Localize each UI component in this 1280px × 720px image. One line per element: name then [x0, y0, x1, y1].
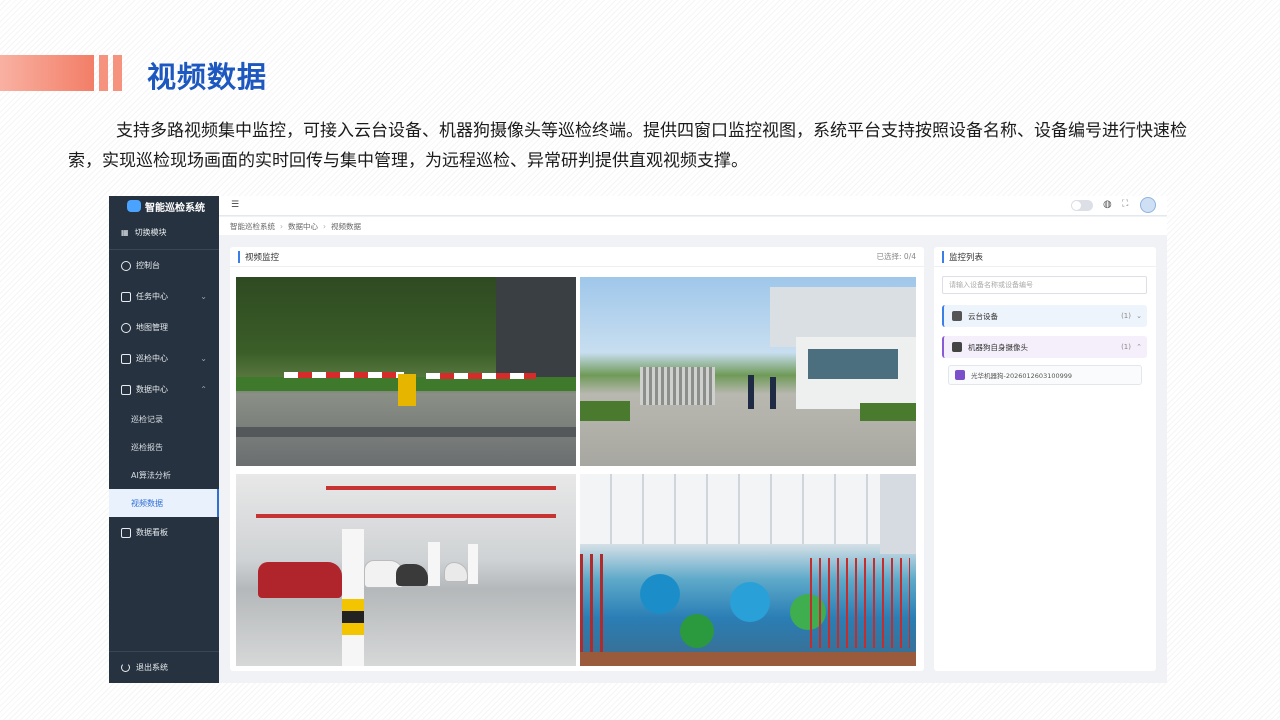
- list-panel-title: 监控列表: [942, 250, 983, 263]
- sidebar-item-tasks[interactable]: 任务中心 ⌄: [109, 281, 219, 312]
- sidebar-subitem-video-data[interactable]: 视频数据: [109, 489, 219, 517]
- device-item[interactable]: 光华机器狗-2026012603100999: [948, 365, 1142, 385]
- theme-toggle[interactable]: [1071, 200, 1093, 211]
- globe-icon[interactable]: ◍: [1103, 199, 1112, 210]
- group-robot-dog-cameras[interactable]: 机器狗自身摄像头 (1) ⌃: [942, 336, 1147, 358]
- sidebar-item-inspection[interactable]: 巡检中心 ⌄: [109, 343, 219, 374]
- sidebar: 智能巡检系统 ▦ 切换模块 控制台 任务中心 ⌄ 地图管理 巡检中心 ⌄ 数据中…: [109, 196, 219, 683]
- monitor-list-panel: 监控列表 请输入设备名称或设备编号 云台设备 (1) ⌄ 机器狗自身摄像头 (1…: [934, 247, 1156, 671]
- app-logo: 智能巡检系统: [109, 196, 219, 216]
- robot-dog-icon: [952, 342, 962, 352]
- video-window-4[interactable]: [580, 474, 916, 666]
- selected-count: 已选择: 0/4: [876, 252, 916, 261]
- avatar[interactable]: [1140, 197, 1156, 213]
- monitor-icon: [121, 527, 131, 538]
- menu-icon[interactable]: ☰: [231, 200, 239, 210]
- camera-icon: [952, 311, 962, 321]
- calendar-icon: [121, 291, 131, 302]
- chevron-down-icon: ⌄: [200, 354, 207, 363]
- breadcrumb-item[interactable]: 数据中心: [288, 221, 318, 232]
- chevron-up-icon: ⌃: [1136, 343, 1142, 351]
- robot-icon: [127, 200, 141, 212]
- video-panel-header: 视频监控 已选择: 0/4: [230, 247, 924, 267]
- data-icon: [121, 384, 131, 395]
- sidebar-item-map[interactable]: 地图管理: [109, 312, 219, 343]
- chevron-down-icon: ⌄: [200, 292, 207, 301]
- sidebar-subitem-ai-analysis[interactable]: AI算法分析: [109, 461, 219, 489]
- video-grid: [236, 277, 916, 666]
- sidebar-item-data-center[interactable]: 数据中心 ⌃: [109, 374, 219, 405]
- chevron-up-icon: ⌃: [200, 385, 207, 394]
- breadcrumb-item[interactable]: 智能巡检系统: [230, 221, 275, 232]
- chevron-right-icon: ›: [323, 221, 326, 231]
- top-bar: ☰ ◍ ⛶: [219, 196, 1167, 216]
- video-monitor-panel: 视频监控 已选择: 0/4: [230, 247, 924, 671]
- sidebar-subitem-reports[interactable]: 巡检报告: [109, 433, 219, 461]
- intro-paragraph: 支持多路视频集中监控，可接入云台设备、机器狗摄像头等巡检终端。提供四窗口监控视图…: [68, 121, 1187, 171]
- breadcrumb-item: 视频数据: [331, 221, 361, 231]
- clipboard-icon: [121, 353, 131, 364]
- title-decoration: [0, 55, 124, 91]
- dashboard-icon: [121, 260, 131, 271]
- list-panel-header: 监控列表: [934, 247, 1156, 267]
- device-search-input[interactable]: 请输入设备名称或设备编号: [942, 276, 1147, 294]
- video-window-1[interactable]: [236, 277, 576, 466]
- group-ptz-devices[interactable]: 云台设备 (1) ⌄: [942, 305, 1147, 327]
- grid-icon: ▦: [121, 228, 129, 237]
- switch-module-button[interactable]: ▦ 切换模块: [109, 216, 219, 250]
- sidebar-subitem-records[interactable]: 巡检记录: [109, 405, 219, 433]
- video-window-2[interactable]: [580, 277, 916, 466]
- app-window: 智能巡检系统 ▦ 切换模块 控制台 任务中心 ⌄ 地图管理 巡检中心 ⌄ 数据中…: [109, 196, 1167, 683]
- chevron-down-icon: ⌄: [1136, 312, 1142, 320]
- power-icon: [121, 663, 130, 672]
- sidebar-item-dashboard[interactable]: 控制台: [109, 250, 219, 281]
- page-title: 视频数据: [147, 60, 268, 94]
- fullscreen-icon[interactable]: ⛶: [1122, 199, 1128, 209]
- group-count: (1): [1121, 312, 1131, 320]
- map-icon: [121, 322, 131, 333]
- video-window-3[interactable]: [236, 474, 576, 666]
- logout-button[interactable]: 退出系统: [109, 651, 219, 683]
- group-count: (1): [1121, 343, 1131, 351]
- sidebar-item-data-board[interactable]: 数据看板: [109, 517, 219, 548]
- video-icon: [955, 370, 965, 380]
- breadcrumb: 智能巡检系统 › 数据中心 › 视频数据: [219, 217, 1167, 235]
- chevron-right-icon: ›: [280, 221, 283, 231]
- video-panel-title: 视频监控: [238, 250, 279, 263]
